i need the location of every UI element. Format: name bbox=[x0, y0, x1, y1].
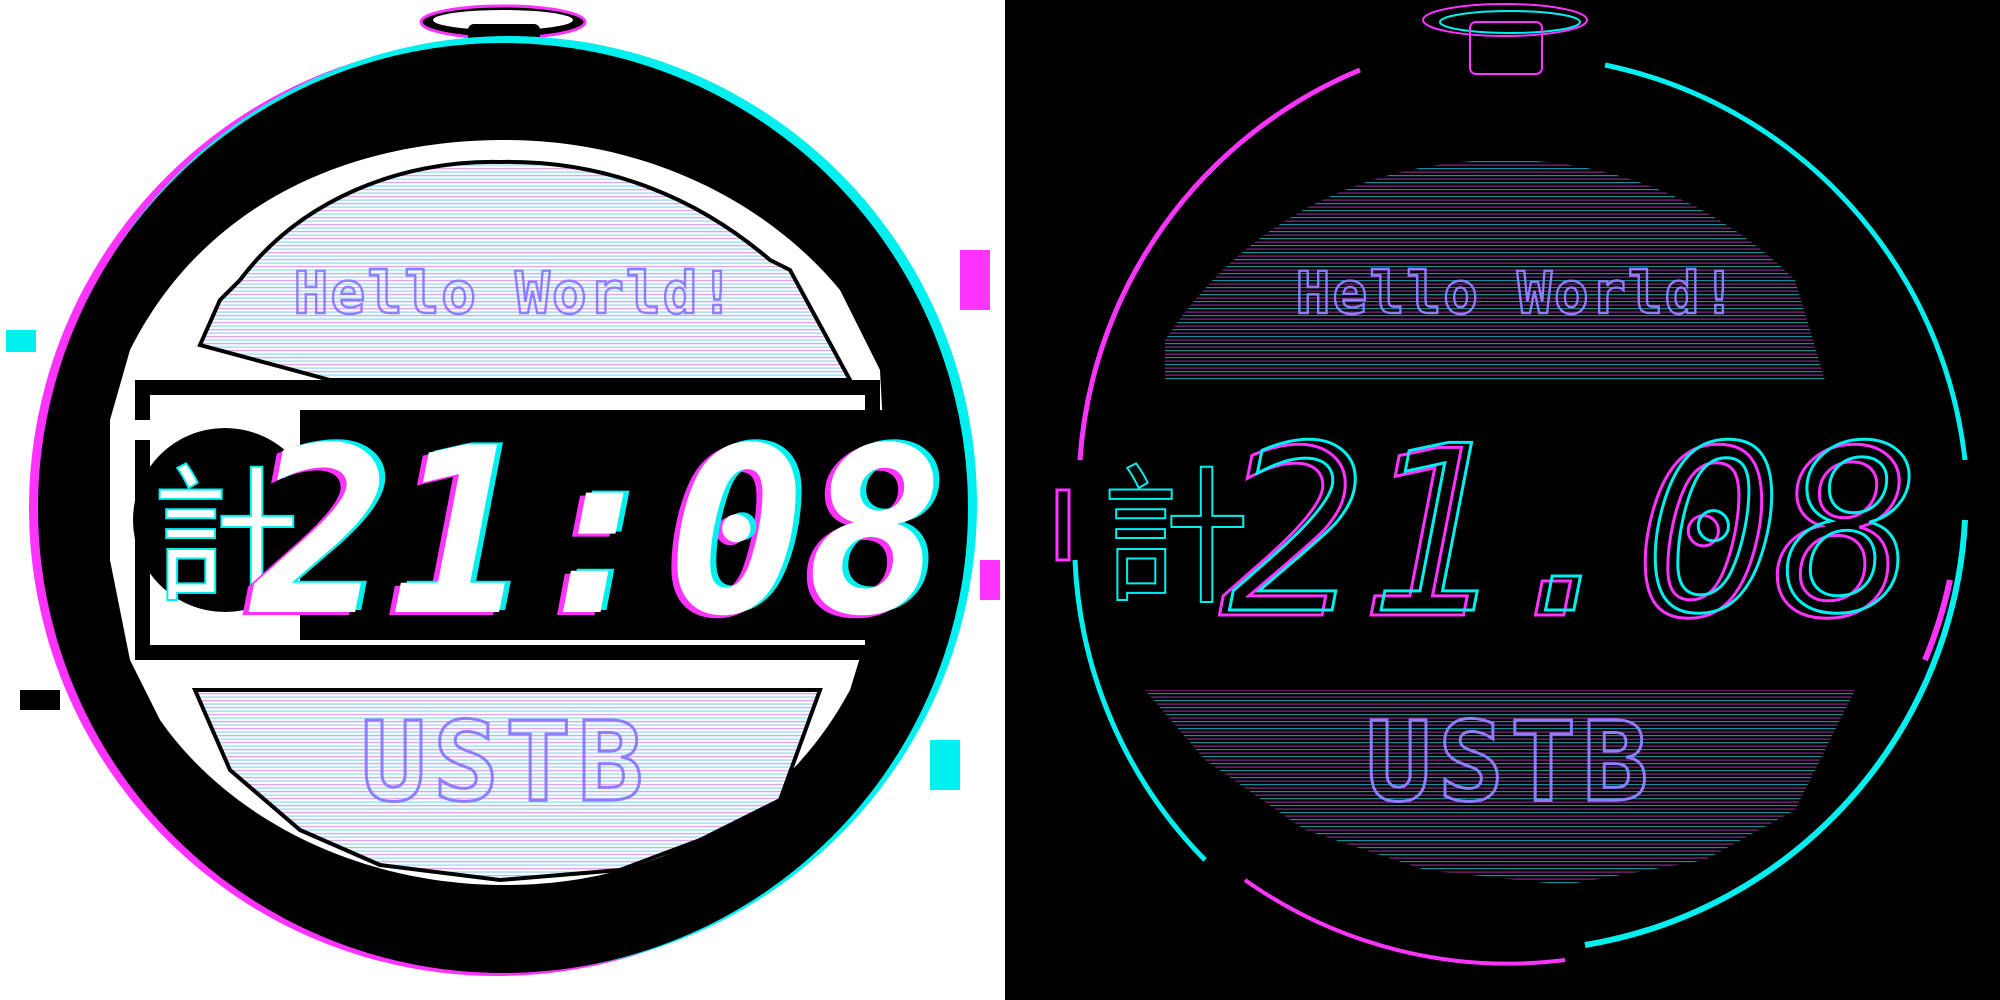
brand-text: USTB bbox=[1366, 698, 1655, 826]
greeting-text: Hello World! bbox=[293, 259, 736, 327]
watch-face-light-panel: Hello World! 計 21:08 21:08 21:08 USTB bbox=[0, 0, 1005, 1000]
time-text: 21:08 bbox=[248, 400, 944, 667]
crown-icon bbox=[1422, 3, 1588, 75]
watch-face-dark: Hello World! 計 21.08 21.08 USTB bbox=[1055, 3, 1968, 966]
time-display: 21.08 21.08 bbox=[1217, 397, 1922, 672]
watch-face-light: Hello World! 計 21:08 21:08 21:08 USTB bbox=[6, 4, 1000, 976]
time-display: 21:08 21:08 21:08 bbox=[242, 398, 950, 670]
greeting-text: Hello World! bbox=[1295, 259, 1738, 327]
brand-text: USTB bbox=[361, 698, 650, 826]
watch-face-dark-panel: Hello World! 計 21.08 21.08 USTB bbox=[1005, 0, 2000, 1000]
time-text: 21.08 bbox=[1229, 398, 1921, 665]
